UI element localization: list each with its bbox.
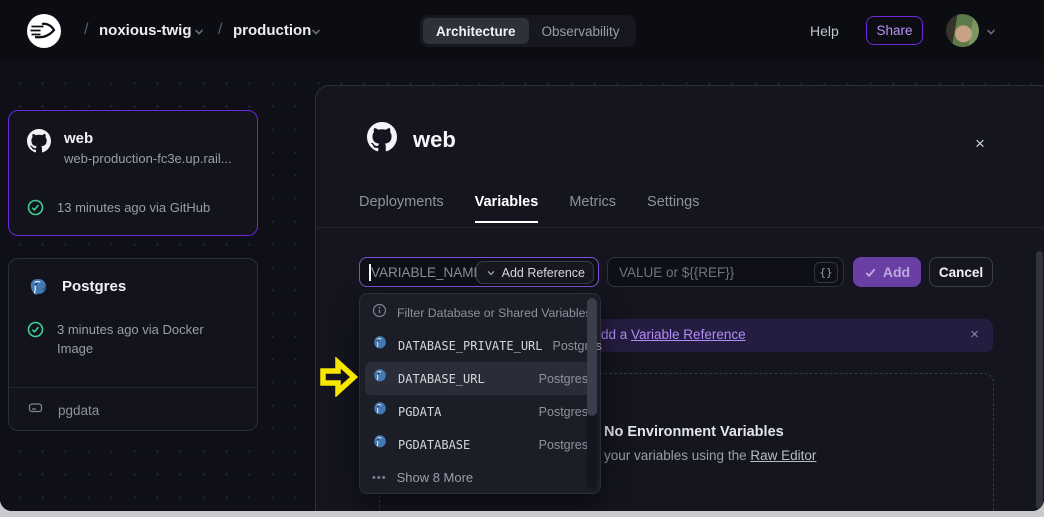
text-caret bbox=[369, 264, 371, 281]
tab-deployments[interactable]: Deployments bbox=[359, 194, 444, 223]
service-card-web[interactable]: web web-production-fc3e.up.rail... 13 mi… bbox=[8, 110, 258, 236]
tab-variables[interactable]: Variables bbox=[475, 194, 539, 223]
add-reference-label: Add Reference bbox=[502, 266, 585, 280]
breadcrumb-environment[interactable]: production bbox=[233, 22, 311, 39]
variable-value-field[interactable]: {} bbox=[607, 257, 844, 287]
volume-icon bbox=[27, 399, 44, 421]
variable-name: DATABASE_PRIVATE_URL bbox=[398, 339, 543, 353]
dropdown-item[interactable]: DATABASE_PRIVATE_URL Postgres bbox=[360, 329, 600, 362]
service-detail-panel: web × Deployments Variables Metrics Sett… bbox=[315, 85, 1044, 511]
top-bar: / noxious-twig / production Architecture… bbox=[0, 0, 1044, 62]
postgres-icon bbox=[372, 335, 388, 356]
variable-source: Postgres bbox=[539, 438, 588, 452]
github-icon bbox=[27, 129, 51, 166]
postgres-icon bbox=[27, 277, 49, 304]
banner-text: dd a bbox=[601, 327, 631, 342]
variable-name: DATABASE_URL bbox=[398, 372, 485, 386]
variable-reference-dropdown: Filter Database or Shared Variables DATA… bbox=[359, 293, 601, 494]
postgres-icon bbox=[372, 434, 388, 455]
divider bbox=[316, 227, 1044, 228]
postgres-icon bbox=[372, 368, 388, 389]
service-name: web bbox=[64, 129, 232, 149]
add-reference-button[interactable]: Add Reference bbox=[476, 261, 594, 284]
avatar[interactable] bbox=[946, 14, 979, 47]
breadcrumb-separator: / bbox=[218, 21, 222, 39]
dropdown-item-highlighted[interactable]: DATABASE_URL Postgres bbox=[365, 362, 595, 395]
dropdown-item[interactable]: PGDATA Postgres bbox=[360, 395, 600, 428]
variable-name: PGDATA bbox=[398, 405, 441, 419]
railway-logo-icon[interactable] bbox=[27, 14, 61, 48]
empty-state-title: No Environment Variables bbox=[604, 424, 784, 440]
chevron-down-icon[interactable] bbox=[192, 25, 206, 39]
ellipsis-icon: ••• bbox=[372, 472, 387, 484]
variable-reference-link[interactable]: Variable Reference bbox=[631, 327, 746, 342]
dropdown-scrollbar-thumb[interactable] bbox=[587, 298, 597, 416]
share-button[interactable]: Share bbox=[866, 16, 923, 45]
check-circle-icon bbox=[27, 321, 44, 343]
view-switcher: Architecture Observability bbox=[420, 15, 636, 47]
dropdown-item[interactable]: PGDATABASE Postgres bbox=[360, 428, 600, 461]
deploy-status: 3 minutes ago via Docker Image bbox=[57, 321, 222, 359]
panel-scrollbar-thumb[interactable] bbox=[1036, 251, 1043, 509]
postgres-icon bbox=[372, 401, 388, 422]
panel-tabs: Deployments Variables Metrics Settings bbox=[359, 194, 699, 223]
chevron-down-icon[interactable] bbox=[309, 25, 323, 39]
filter-hint-label: Filter Database or Shared Variables bbox=[397, 306, 592, 320]
panel-title: web bbox=[413, 127, 456, 153]
tab-metrics[interactable]: Metrics bbox=[569, 194, 616, 223]
show-more-label: Show 8 More bbox=[397, 470, 474, 485]
railway-app: / noxious-twig / production Architecture… bbox=[0, 0, 1044, 517]
variable-name-field[interactable]: Add Reference bbox=[359, 257, 599, 287]
tab-architecture[interactable]: Architecture bbox=[423, 18, 529, 44]
tab-observability[interactable]: Observability bbox=[529, 18, 633, 44]
divider bbox=[9, 387, 257, 388]
app-window: / noxious-twig / production Architecture… bbox=[0, 0, 1044, 511]
breadcrumb-project[interactable]: noxious-twig bbox=[99, 22, 192, 39]
service-card-postgres[interactable]: Postgres 3 minutes ago via Docker Image … bbox=[8, 258, 258, 431]
add-button-label: Add bbox=[883, 264, 910, 280]
service-name: Postgres bbox=[62, 277, 126, 297]
volume-name: pgdata bbox=[58, 403, 99, 418]
close-icon[interactable]: × bbox=[968, 132, 992, 156]
service-domain: web-production-fc3e.up.rail... bbox=[64, 151, 232, 166]
project-canvas: web web-production-fc3e.up.rail... 13 mi… bbox=[0, 62, 1044, 511]
volume-row[interactable]: pgdata bbox=[27, 399, 99, 421]
info-icon bbox=[372, 303, 387, 323]
chevron-down-icon[interactable] bbox=[984, 25, 998, 39]
variable-name: PGDATABASE bbox=[398, 438, 470, 452]
add-button[interactable]: Add bbox=[853, 257, 921, 287]
deploy-status: 13 minutes ago via GitHub bbox=[57, 199, 210, 218]
show-more-item[interactable]: ••• Show 8 More bbox=[360, 461, 600, 494]
variable-value-input[interactable] bbox=[608, 258, 843, 286]
close-icon[interactable]: × bbox=[970, 326, 979, 343]
tab-settings[interactable]: Settings bbox=[647, 194, 699, 223]
yellow-arrow-right-icon bbox=[319, 357, 359, 402]
variable-source: Postgres bbox=[539, 405, 588, 419]
cancel-button[interactable]: Cancel bbox=[929, 257, 993, 287]
variable-source: Postgres bbox=[539, 372, 588, 386]
check-circle-icon bbox=[27, 199, 44, 221]
breadcrumb-separator: / bbox=[84, 21, 88, 39]
braces-icon[interactable]: {} bbox=[814, 262, 838, 283]
help-button[interactable]: Help bbox=[810, 23, 839, 39]
dropdown-filter-hint: Filter Database or Shared Variables bbox=[360, 296, 600, 329]
raw-editor-link[interactable]: Raw Editor bbox=[750, 448, 816, 463]
github-icon bbox=[367, 122, 397, 157]
empty-state-subtitle: your variables using the bbox=[604, 448, 750, 463]
